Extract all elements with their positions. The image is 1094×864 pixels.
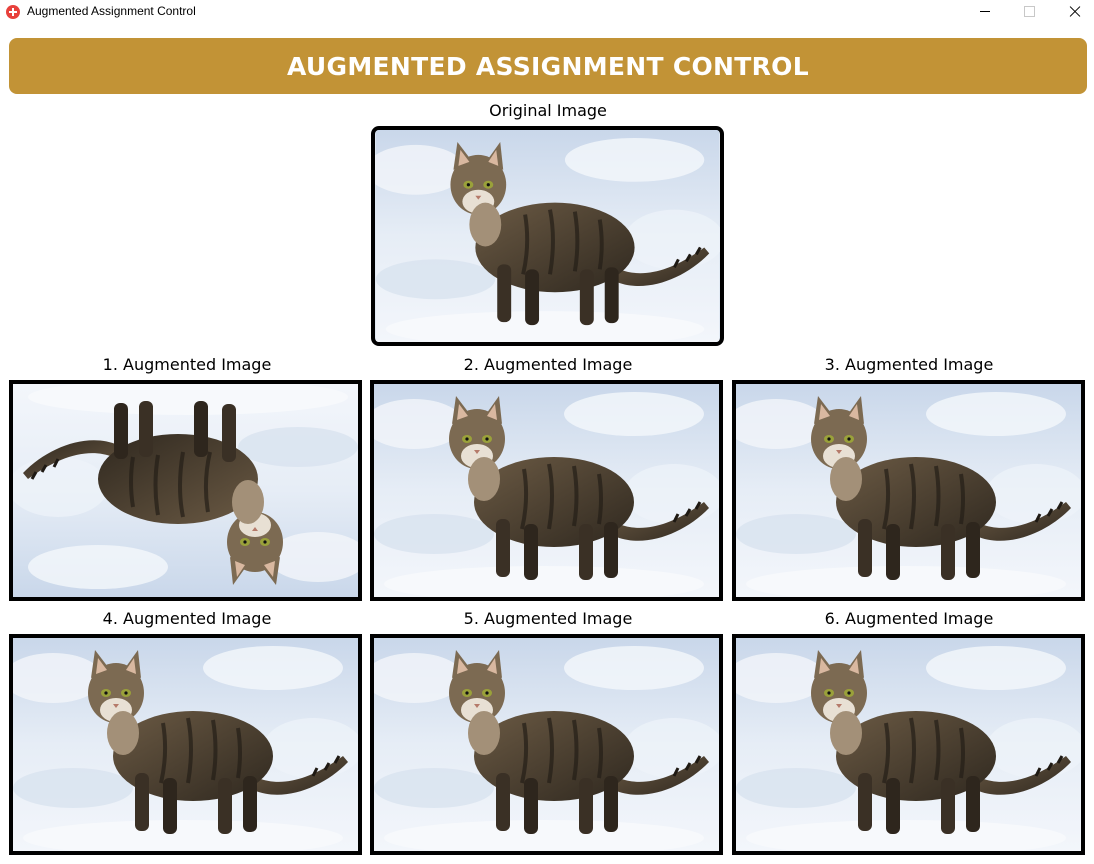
augmented-image-label-1: 1. Augmented Image [102, 355, 272, 374]
header-banner: AUGMENTED ASSIGNMENT CONTROL [9, 38, 1087, 94]
cat-on-snow-image-flipped [13, 384, 358, 597]
cat-on-snow-image [374, 384, 719, 597]
augmented-image-1 [9, 380, 362, 601]
augmented-image-4 [9, 634, 362, 855]
window-titlebar: Augmented Assignment Control [0, 0, 1094, 24]
minimize-icon[interactable] [962, 0, 1008, 24]
augmented-image-5 [370, 634, 723, 855]
cat-on-snow-image [736, 384, 1081, 597]
augmented-image-label-2: 2. Augmented Image [463, 355, 633, 374]
cat-on-snow-image [13, 638, 358, 851]
original-image-label: Original Image [489, 101, 607, 120]
maximize-icon[interactable] [1007, 0, 1053, 24]
augmented-image-3 [732, 380, 1085, 601]
augmented-image-label-3: 3. Augmented Image [824, 355, 994, 374]
cat-on-snow-image [736, 638, 1081, 851]
augmented-image-label-5: 5. Augmented Image [463, 609, 633, 628]
app-icon [6, 5, 20, 19]
cat-on-snow-image [375, 130, 720, 342]
original-image [371, 126, 724, 346]
header-title: AUGMENTED ASSIGNMENT CONTROL [287, 51, 809, 81]
augmented-image-2 [370, 380, 723, 601]
close-icon[interactable] [1052, 0, 1094, 24]
window-title: Augmented Assignment Control [27, 4, 196, 18]
augmented-image-label-6: 6. Augmented Image [824, 609, 994, 628]
augmented-image-6 [732, 634, 1085, 855]
cat-on-snow-image [374, 638, 719, 851]
augmented-image-label-4: 4. Augmented Image [102, 609, 272, 628]
